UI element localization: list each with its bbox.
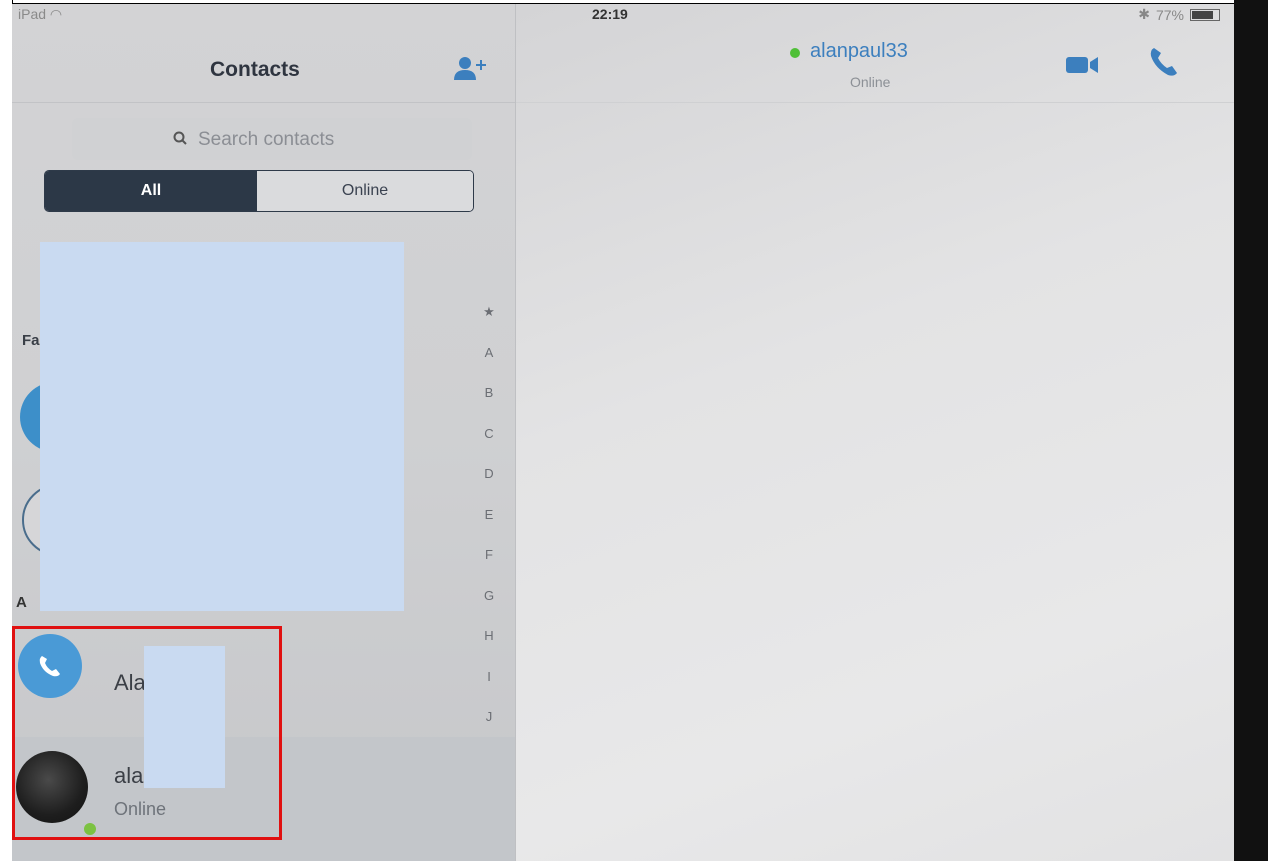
redacted-region: [144, 646, 225, 788]
index-letter[interactable]: C: [474, 426, 504, 467]
index-letter[interactable]: D: [474, 466, 504, 507]
contacts-title: Contacts: [210, 58, 300, 81]
ipad-screen: Contacts All Online Fa A ★ A: [12, 4, 1234, 861]
index-letter[interactable]: I: [474, 669, 504, 710]
section-header-a: A: [16, 594, 27, 611]
conversation-contact-name[interactable]: alanpaul33: [810, 40, 908, 63]
presence-dot: [790, 48, 800, 58]
index-letter[interactable]: ★: [474, 304, 504, 345]
redacted-region: [40, 242, 404, 611]
right-bezel: [1234, 0, 1268, 861]
search-bar: [72, 118, 472, 160]
battery-icon: [1190, 8, 1220, 21]
tab-all[interactable]: All: [45, 171, 257, 211]
conversation-pane: alanpaul33 Online: [516, 4, 1234, 861]
contacts-sidebar: Contacts All Online Fa A ★ A: [12, 4, 516, 861]
tab-online[interactable]: Online: [257, 171, 473, 211]
battery-percent: 77%: [1155, 6, 1184, 23]
video-call-icon[interactable]: [1064, 54, 1100, 76]
wifi-icon: ◠: [49, 6, 63, 22]
status-bar: iPad ◠ 22:19 ✱ 77%: [12, 4, 1234, 30]
index-letter[interactable]: B: [474, 385, 504, 426]
index-letter[interactable]: A: [474, 345, 504, 386]
device-label: iPad ◠: [18, 6, 62, 23]
contact-name: Ala: [114, 670, 146, 695]
status-right: ✱ 77%: [1138, 6, 1220, 23]
search-icon: [173, 131, 187, 145]
online-status-dot: [82, 821, 98, 837]
skype-phone-icon: [18, 634, 82, 698]
contact-status: Online: [114, 799, 167, 819]
contact-list-item[interactable]: Ala: [12, 630, 452, 730]
conversation-presence: Online: [850, 74, 891, 90]
device-name: iPad: [18, 6, 47, 22]
search-input[interactable]: [196, 124, 450, 156]
bluetooth-icon: ✱: [1138, 6, 1150, 22]
contact-filter-tabs: All Online: [44, 170, 474, 212]
audio-call-icon[interactable]: [1146, 44, 1182, 80]
index-letter[interactable]: E: [474, 507, 504, 548]
sidebar-header: Contacts: [12, 30, 515, 103]
favorites-section-label: Fa: [22, 332, 40, 349]
contact-name-prefix: ala: [114, 763, 144, 788]
contact-list-item-selected[interactable]: ala3 Online: [12, 737, 515, 861]
index-letter[interactable]: F: [474, 547, 504, 588]
index-letter[interactable]: G: [474, 588, 504, 629]
conversation-header: alanpaul33 Online: [516, 30, 1234, 103]
clock: 22:19: [592, 6, 628, 22]
add-contact-icon[interactable]: [452, 54, 492, 84]
contact-avatar: [16, 751, 88, 823]
index-letter[interactable]: H: [474, 628, 504, 669]
